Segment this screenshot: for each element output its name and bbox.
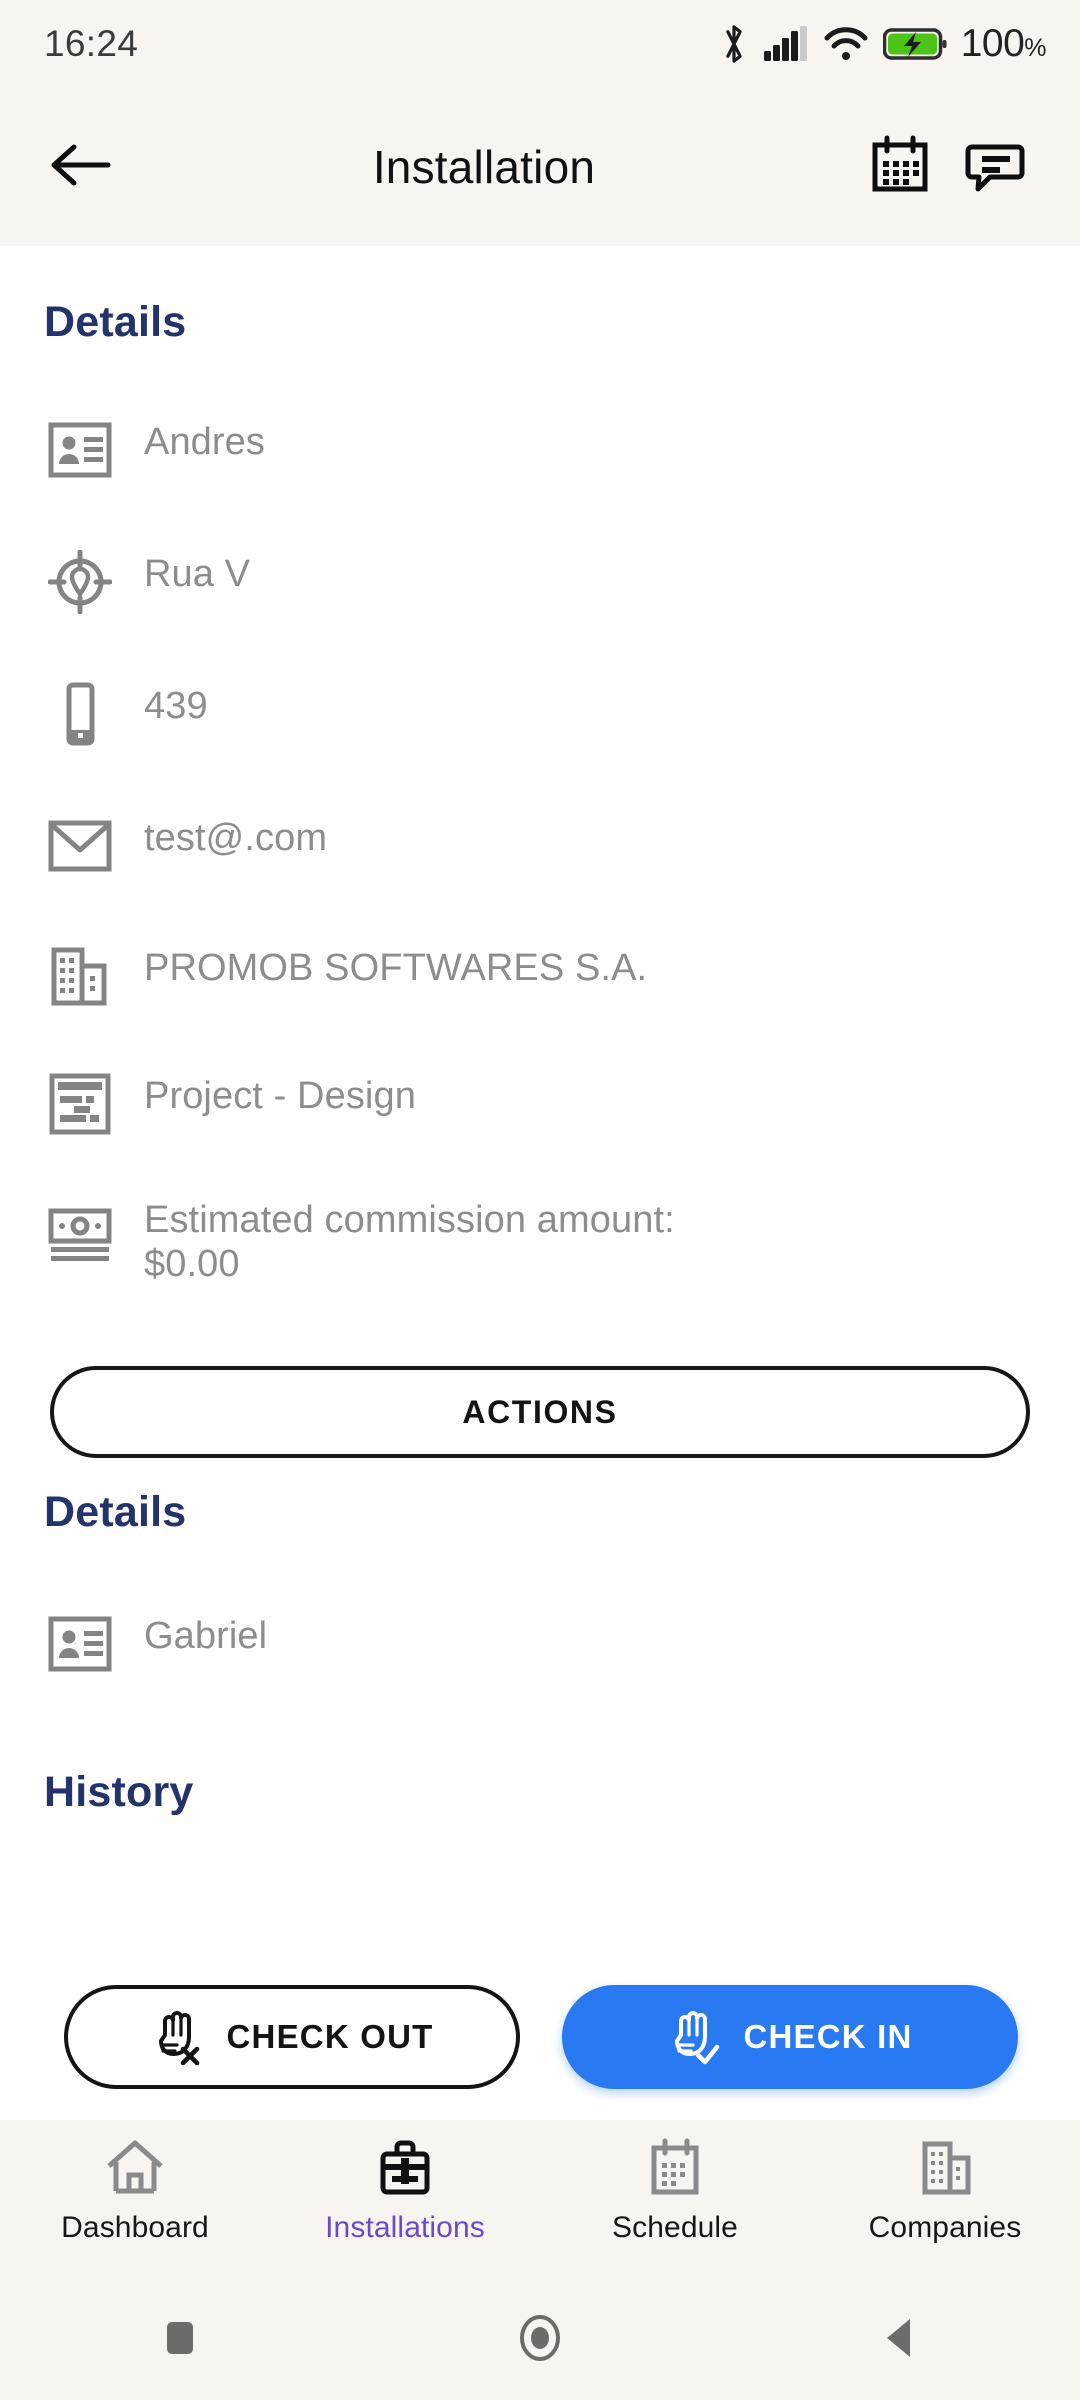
check-in-label: CHECK IN: [743, 2018, 913, 2055]
detail-row-email[interactable]: test@.com: [0, 810, 367, 882]
contact-card-icon: [44, 1608, 116, 1680]
check-action-bar: CHECK OUT CHECK IN: [0, 1985, 1080, 2103]
actions-button-label: ACTIONS: [462, 1393, 618, 1430]
nav-label-dashboard: Dashboard: [61, 2211, 209, 2244]
system-navigation-bar: [0, 2280, 1080, 2400]
status-icons: 100%: [719, 22, 1046, 66]
detail-value: PROMOB SOFTWARES S.A.: [144, 947, 648, 989]
briefcase-icon: [374, 2138, 436, 2201]
detail-row-address[interactable]: Rua V: [0, 546, 290, 618]
bluetooth-icon: [719, 22, 749, 66]
calendar-icon: [644, 2138, 706, 2201]
message-button[interactable]: [948, 121, 1044, 213]
back-arrow-icon: [48, 139, 112, 196]
square-recents-icon: [158, 2314, 202, 2367]
details-primary-heading: Details: [44, 298, 187, 346]
home-icon: [104, 2138, 166, 2201]
detail-value: Rua V: [144, 553, 251, 595]
detail-row-contact[interactable]: Andres: [0, 414, 305, 486]
recents-button[interactable]: [0, 2314, 360, 2367]
nav-label-companies: Companies: [868, 2211, 1022, 2244]
nav-label-installations: Installations: [325, 2211, 485, 2244]
triangle-back-icon: [877, 2313, 923, 2368]
detail-value: test@.com: [144, 817, 328, 859]
document-window-icon: [44, 1068, 116, 1140]
check-in-button[interactable]: CHECK IN: [562, 1985, 1018, 2089]
home-button[interactable]: [360, 2310, 720, 2371]
calendar-icon: [869, 134, 931, 201]
status-clock: 16:24: [44, 23, 139, 64]
nav-item-installations[interactable]: Installations: [270, 2120, 540, 2245]
bottom-navigation: Dashboard Installations Schedule Compani…: [0, 2120, 1080, 2280]
envelope-icon: [44, 810, 116, 882]
buildings-icon: [914, 2138, 976, 2201]
wifi-icon: [823, 26, 869, 62]
content-area: Details Andres Rua V 439 test@.com PROMO…: [0, 246, 1080, 2120]
status-bar: 16:24 100%: [0, 0, 1080, 88]
calendar-button[interactable]: [852, 121, 948, 213]
detail-value: Estimated commission amount: $0.00: [144, 1199, 675, 1286]
actions-button[interactable]: ACTIONS: [50, 1366, 1030, 1458]
mobile-phone-icon: [44, 678, 116, 750]
details-secondary-heading: Details: [44, 1488, 187, 1536]
detail-row-commission[interactable]: Estimated commission amount: $0.00: [0, 1192, 715, 1286]
hand-x-icon: [151, 2005, 209, 2070]
detail-value: 439: [144, 685, 208, 727]
detail-row-assignee[interactable]: Gabriel: [0, 1608, 307, 1680]
circle-home-icon: [512, 2310, 568, 2371]
history-heading: History: [44, 1768, 194, 1816]
detail-row-company[interactable]: PROMOB SOFTWARES S.A.: [0, 940, 687, 1012]
page-title: Installation: [372, 141, 596, 193]
battery-charging-icon: [882, 26, 947, 62]
nav-item-dashboard[interactable]: Dashboard: [0, 2120, 270, 2245]
check-out-label: CHECK OUT: [226, 2018, 434, 2055]
app-bar: Installation: [0, 88, 1080, 246]
contact-card-icon: [44, 414, 116, 486]
cellular-signal-icon: [763, 26, 809, 62]
hand-check-icon: [667, 2005, 725, 2070]
back-button[interactable]: [34, 121, 126, 213]
nav-label-schedule: Schedule: [612, 2211, 738, 2244]
detail-value: Andres: [144, 421, 266, 463]
detail-value: Project - Design: [144, 1075, 416, 1117]
detail-value: Gabriel: [144, 1615, 268, 1657]
money-icon: [44, 1192, 116, 1264]
message-icon: [965, 134, 1027, 201]
nav-item-schedule[interactable]: Schedule: [540, 2120, 810, 2245]
gps-location-icon: [44, 546, 116, 618]
detail-row-phone[interactable]: 439: [0, 678, 248, 750]
check-out-button[interactable]: CHECK OUT: [64, 1985, 520, 2089]
nav-item-companies[interactable]: Companies: [810, 2120, 1080, 2245]
back-button[interactable]: [720, 2313, 1080, 2368]
phone-screen: 16:24 100% Installation Details Andres R…: [0, 0, 1080, 2400]
detail-row-project[interactable]: Project - Design: [0, 1068, 456, 1140]
battery-percentage: 100%: [960, 22, 1047, 65]
building-icon: [44, 940, 116, 1012]
